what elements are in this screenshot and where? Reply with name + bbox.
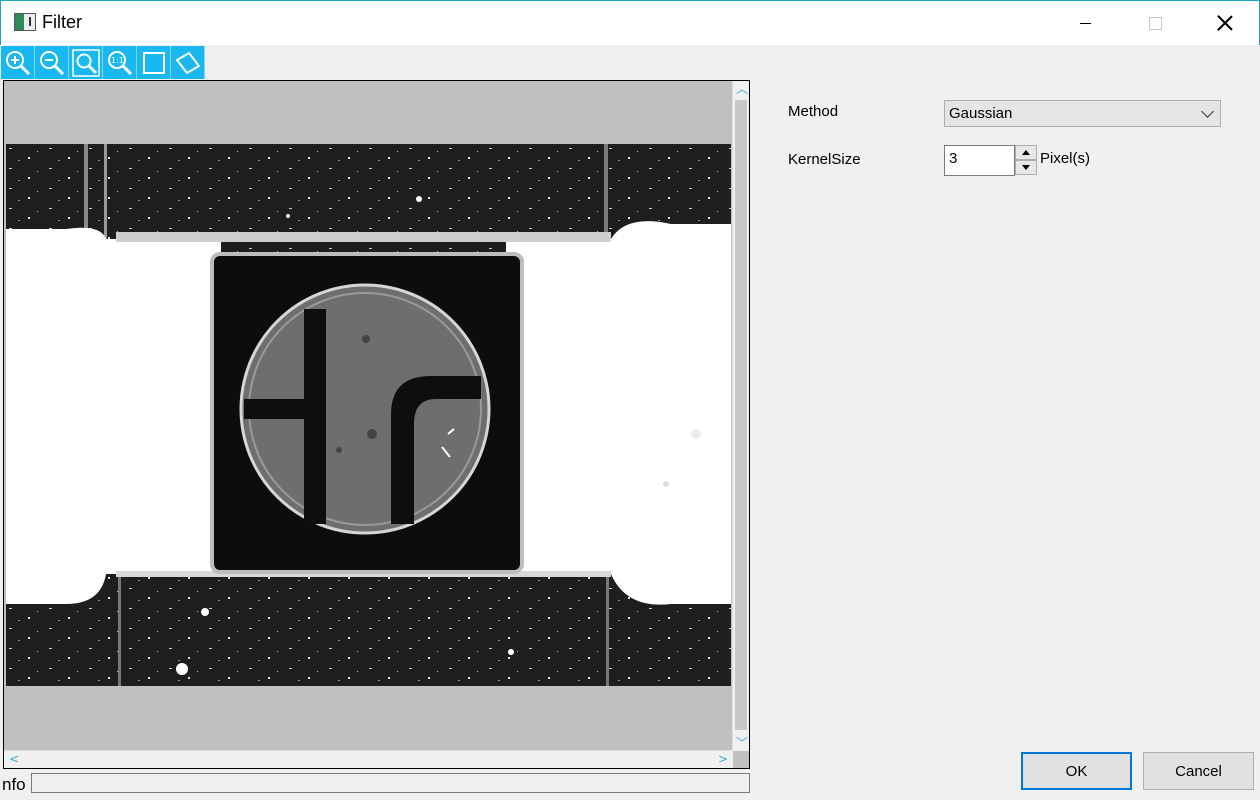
maximize-button[interactable] xyxy=(1120,1,1190,45)
image-toolbar: 1:1 xyxy=(1,46,205,79)
horizontal-scrollbar[interactable]: < > xyxy=(4,750,733,768)
vertical-scroll-thumb[interactable] xyxy=(735,100,747,730)
maximize-icon xyxy=(1148,16,1162,30)
image-viewer[interactable]: ︿ ﹀ < > xyxy=(3,80,750,769)
close-button[interactable] xyxy=(1190,1,1260,45)
rectangle-roi-icon xyxy=(143,52,165,74)
method-value: Gaussian xyxy=(949,105,1013,122)
scroll-right-icon[interactable]: > xyxy=(718,753,728,765)
zoom-out-button[interactable] xyxy=(35,46,69,79)
ok-button[interactable]: OK xyxy=(1021,752,1132,790)
zoom-fit-icon xyxy=(72,49,100,77)
window-title: Filter xyxy=(42,12,82,32)
zoom-1to1-text: 1:1 xyxy=(111,56,124,65)
zoom-1to1-button[interactable]: 1:1 xyxy=(103,46,137,79)
vertical-scrollbar[interactable]: ︿ ﹀ xyxy=(732,81,749,751)
inspection-image xyxy=(6,144,731,686)
component-photo xyxy=(6,144,731,686)
rotated-rectangle-roi-button[interactable] xyxy=(171,46,205,79)
info-label: nfo xyxy=(2,775,26,794)
scroll-up-icon[interactable]: ︿ xyxy=(736,83,748,95)
kernelsize-decrement-button[interactable] xyxy=(1015,160,1037,175)
kernelsize-increment-button[interactable] xyxy=(1015,145,1037,160)
zoom-in-icon xyxy=(6,51,31,76)
minimize-button[interactable] xyxy=(1050,1,1120,45)
kernelsize-input[interactable]: 3 xyxy=(944,145,1015,176)
chevron-down-icon xyxy=(1201,105,1214,118)
scroll-left-icon[interactable]: < xyxy=(9,753,19,765)
cancel-button[interactable]: Cancel xyxy=(1143,752,1254,790)
kernelsize-unit: Pixel(s) xyxy=(1040,150,1091,167)
method-label: Method xyxy=(788,103,839,120)
title-bar: Filter xyxy=(0,0,1260,45)
zoom-fit-button[interactable] xyxy=(69,46,103,79)
zoom-in-button[interactable] xyxy=(1,46,35,79)
scroll-down-icon[interactable]: ﹀ xyxy=(736,737,748,749)
rectangle-roi-button[interactable] xyxy=(137,46,171,79)
close-icon xyxy=(1217,15,1233,31)
rotated-rectangle-roi-icon xyxy=(175,51,201,75)
arrow-down-icon xyxy=(1022,165,1030,170)
arrow-up-icon xyxy=(1022,150,1030,155)
minimize-icon xyxy=(1079,22,1091,24)
info-status-field xyxy=(31,773,750,793)
kernelsize-label: KernelSize xyxy=(788,151,861,168)
filter-app-icon xyxy=(14,13,36,31)
method-dropdown[interactable]: Gaussian xyxy=(944,100,1221,127)
zoom-out-icon xyxy=(40,51,65,76)
zoom-1to1-icon: 1:1 xyxy=(108,51,133,76)
